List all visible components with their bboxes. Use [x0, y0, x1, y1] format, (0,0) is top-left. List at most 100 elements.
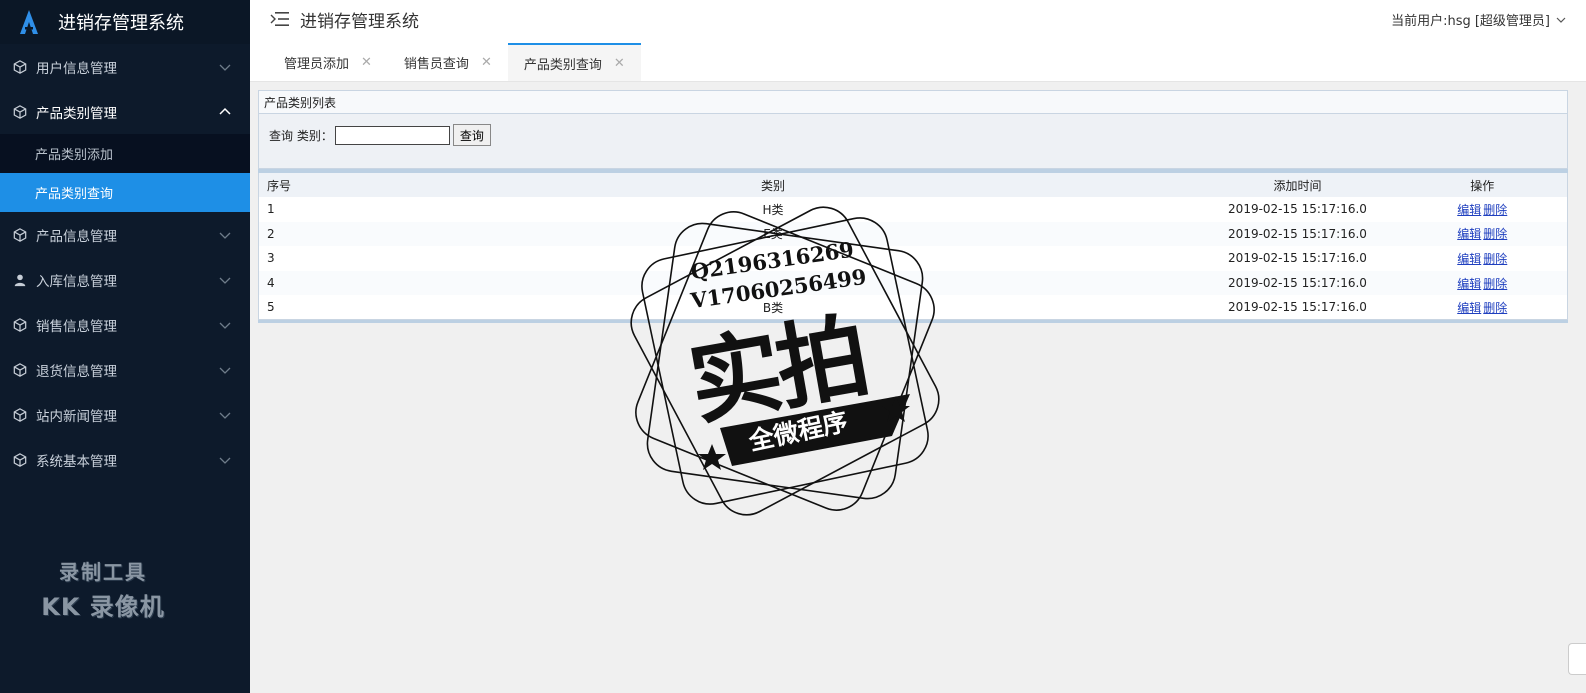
sidebar-item-1[interactable]: 产品类别管理	[0, 89, 250, 134]
chevron-down-icon	[1556, 17, 1566, 23]
chevron-down-icon	[219, 232, 231, 239]
sidebar-item-label: 产品信息管理	[36, 228, 117, 245]
table-row: 1 H类 2019-02-15 15:17:16.0 编辑 删除	[259, 197, 1568, 222]
chevron-down-icon	[219, 412, 231, 419]
delete-link[interactable]: 删除	[1483, 252, 1507, 266]
table-bottom-border	[258, 320, 1568, 324]
sidebar-item-label: 销售信息管理	[36, 318, 117, 335]
top-header: 进销存管理系统 当前用户:hsg [超级管理员]	[250, 0, 1586, 38]
sidebar-item-label: 产品类别管理	[36, 105, 117, 122]
cell-category: H类	[762, 202, 784, 217]
cell-time: 2019-02-15 15:17:16.0	[1197, 221, 1398, 247]
recorder-watermark-line1: 录制工具	[59, 560, 147, 584]
cube-icon	[12, 362, 28, 378]
cell-index: 1	[267, 202, 275, 217]
cell-ops: 编辑 删除	[1397, 221, 1568, 247]
cell-index: 4	[258, 270, 349, 296]
col-header-index: 序号	[258, 173, 349, 197]
tab-2[interactable]: 产品类别查询 ✕	[507, 43, 641, 81]
sidebar-item-7[interactable]: 系统基本管理	[0, 437, 250, 482]
tab-bar: 管理员添加 ✕ 销售员查询 ✕ 产品类别查询 ✕	[250, 38, 1586, 82]
sidebar-item-5[interactable]: 退货信息管理	[0, 347, 250, 392]
cell-ops: 编辑 删除	[1398, 246, 1568, 271]
edit-link[interactable]: 编辑	[1457, 203, 1481, 217]
chevron-down-icon	[219, 367, 231, 374]
sidebar-item-3[interactable]: 入库信息管理	[0, 257, 250, 302]
cell-time: 2019-02-15 15:17:16.0	[1228, 300, 1367, 315]
cell-category: E类	[348, 221, 1198, 247]
menu-toggle-icon[interactable]	[270, 10, 290, 28]
cell-ops: 编辑 删除	[1397, 270, 1568, 296]
category-table: 序号 类别 添加时间 操作 1 H类 2019-02-15 15:17:16.0 编辑…	[258, 173, 1568, 321]
tab-label: 销售员查询	[403, 56, 469, 72]
submenu-item-0[interactable]: 产品类别添加	[0, 134, 250, 173]
brand: 进销存管理系统	[0, 0, 250, 44]
col-header-time: 添加时间	[1197, 173, 1398, 197]
chevron-down-icon	[219, 64, 231, 71]
chevron-down-icon	[219, 457, 231, 464]
cell-category: B类	[762, 300, 784, 315]
category-search-input[interactable]	[334, 125, 450, 145]
sidebar-item-2[interactable]: 产品信息管理	[0, 212, 250, 257]
sidebar-item-label: 用户信息管理	[36, 60, 117, 77]
cube-icon	[12, 59, 28, 75]
query-label: 查询 类别：	[269, 128, 333, 143]
chevron-up-icon	[219, 107, 231, 115]
edit-link[interactable]: 编辑	[1457, 301, 1481, 315]
main-content: 产品类别列表 查询 类别： 查询 序号 类别 添加时间 操作 1 H类 2019-0…	[258, 90, 1568, 330]
col-header-ops: 操作	[1397, 173, 1568, 197]
cell-index: 3	[267, 251, 275, 266]
edit-link[interactable]: 编辑	[1457, 277, 1481, 291]
col-header-category: 类别	[348, 173, 1198, 197]
sidebar-item-label: 入库信息管理	[36, 273, 117, 290]
chevron-down-icon	[219, 277, 231, 284]
cell-category	[349, 246, 1198, 271]
sidebar-item-label: 系统基本管理	[36, 453, 117, 470]
edit-link[interactable]: 编辑	[1457, 252, 1481, 266]
sidebar-item-label: 站内新闻管理	[36, 408, 117, 425]
logo-icon	[20, 10, 38, 34]
user-menu[interactable]: 当前用户:hsg [超级管理员]	[1391, 10, 1566, 29]
sidebar-item-6[interactable]: 站内新闻管理	[0, 392, 250, 437]
sidebar-item-4[interactable]: 销售信息管理	[0, 302, 250, 347]
close-icon[interactable]: ✕	[361, 55, 372, 70]
cell-category	[348, 270, 1198, 296]
close-icon[interactable]: ✕	[481, 55, 492, 70]
sidebar-item-0[interactable]: 用户信息管理	[0, 44, 250, 89]
edit-link[interactable]: 编辑	[1457, 227, 1481, 241]
side-float-widget[interactable]	[1568, 643, 1586, 675]
table-header-row: 序号 类别 添加时间 操作	[258, 173, 1568, 197]
sidebar: 进销存管理系统 用户信息管理 产品类别管理产品类别添加 产品类别查询产品信息管理 入库…	[0, 0, 250, 693]
tab-label: 管理员添加	[284, 56, 350, 72]
brand-title: 进销存管理系统	[58, 13, 184, 34]
query-button[interactable]: 查询	[452, 124, 491, 146]
tab-1[interactable]: 销售员查询 ✕	[388, 43, 508, 81]
delete-link[interactable]: 删除	[1483, 277, 1507, 291]
delete-link[interactable]: 删除	[1483, 203, 1507, 217]
delete-link[interactable]: 删除	[1483, 227, 1507, 241]
cell-ops: 编辑 删除	[1398, 197, 1568, 222]
cube-icon	[12, 407, 28, 423]
stamp-banner-text: 全微程序	[746, 406, 851, 457]
cube-icon	[12, 452, 28, 468]
cell-time: 2019-02-15 15:17:16.0	[1228, 202, 1367, 217]
tab-label: 产品类别查询	[523, 57, 602, 73]
sidebar-item-label: 退货信息管理	[36, 363, 117, 380]
table-row: 4 2019-02-15 15:17:16.0 编辑 删除	[258, 270, 1568, 296]
delete-link[interactable]: 删除	[1483, 301, 1507, 315]
recorder-watermark-line2: KK 录像机	[41, 593, 165, 621]
header-title: 进销存管理系统	[300, 11, 419, 32]
close-icon[interactable]: ✕	[614, 56, 625, 71]
cube-icon	[12, 317, 28, 333]
submenu-item-1[interactable]: 产品类别查询	[0, 173, 250, 212]
panel-title: 产品类别列表	[258, 90, 1568, 114]
cube-icon	[12, 104, 28, 120]
cell-time: 2019-02-15 15:17:16.0	[1197, 270, 1398, 296]
recorder-watermark: 录制工具 KK 录像机	[28, 556, 178, 622]
cell-index: 2	[258, 221, 349, 247]
current-user-label: 当前用户:hsg [超级管理员]	[1391, 14, 1550, 29]
table-row: 2 E类 2019-02-15 15:17:16.0 编辑 删除	[258, 221, 1568, 247]
tab-0[interactable]: 管理员添加 ✕	[268, 43, 388, 81]
submenu: 产品类别添加 产品类别查询	[0, 134, 250, 212]
query-form: 查询 类别： 查询	[258, 114, 1568, 169]
